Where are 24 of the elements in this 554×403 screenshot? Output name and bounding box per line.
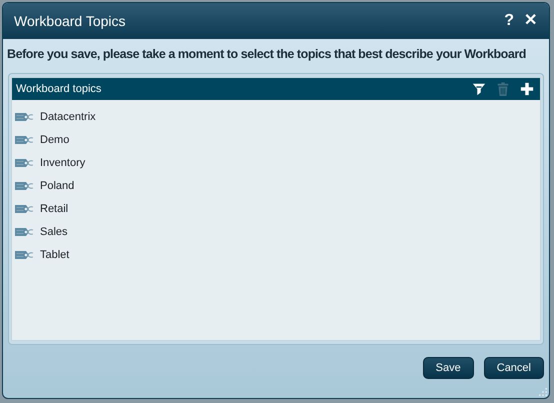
instruction-text: Before you save, please take a moment to select the topics that best describe your Workboard [6,46,527,63]
topic-item[interactable]: Retail [40,202,68,214]
topic-item[interactable]: Sales [40,226,68,238]
panel-title: Workboard topics [16,83,102,95]
tag-icon [15,134,35,144]
tag-icon [15,158,35,168]
tag-icon [15,250,35,260]
tag-icon [15,112,35,122]
topic-item[interactable]: Demo [40,134,70,146]
close-button[interactable]: ✕ [522,12,539,30]
topic-item[interactable]: Tablet [40,248,70,260]
tag-icon [15,180,35,190]
plus-icon[interactable] [520,82,534,96]
save-button[interactable]: Save [422,357,474,379]
help-button[interactable]: ? [502,12,516,30]
filter-icon[interactable] [472,82,486,96]
topic-item[interactable]: Poland [40,180,74,192]
cancel-button[interactable]: Cancel [484,357,544,379]
tag-icon [15,204,35,214]
topic-item[interactable]: Datacentrix [40,110,96,122]
topic-item[interactable]: Inventory [40,156,86,168]
window-title: Workboard Topics [14,13,127,29]
resize-grip-icon[interactable] [539,388,547,396]
tag-icon [15,226,35,236]
